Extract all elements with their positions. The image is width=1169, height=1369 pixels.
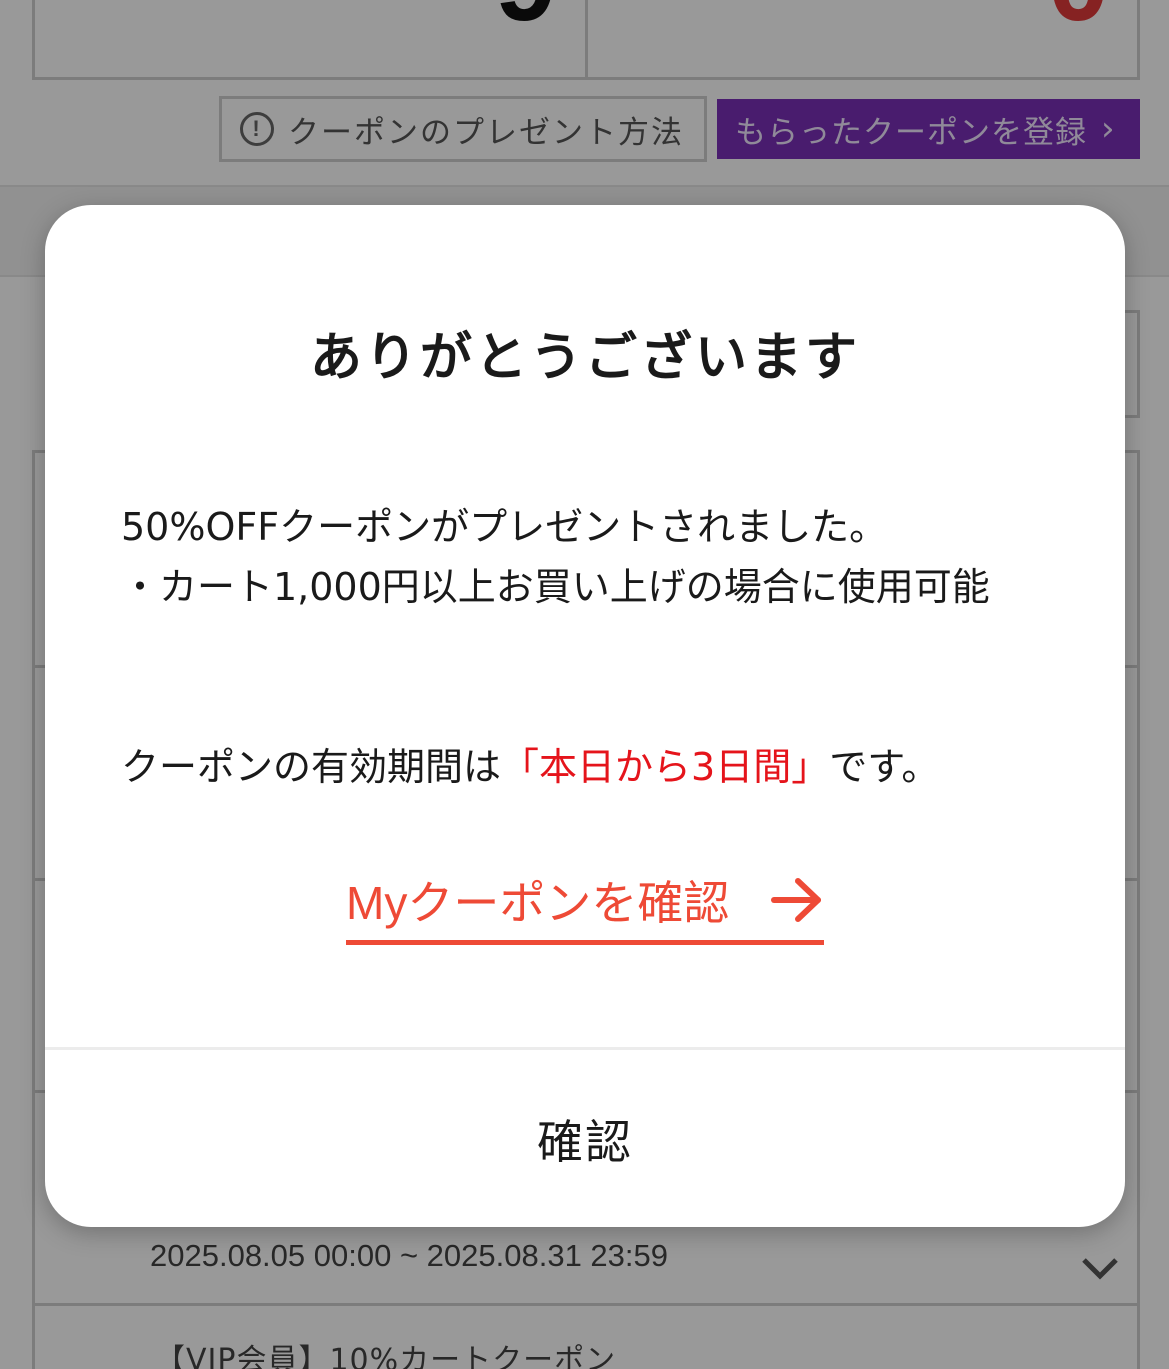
validity-suffix: です。: [829, 745, 940, 789]
arrow-right-icon: [771, 877, 821, 922]
dialog-validity: クーポンの有効期間は「本日から3日間」です。: [121, 737, 1061, 797]
dialog-title: ありがとうございます: [309, 328, 860, 388]
confirm-button[interactable]: 確認: [45, 1050, 1125, 1227]
validity-prefix: クーポンの有効期間は: [121, 745, 502, 789]
my-coupon-link[interactable]: Myクーポンを確認: [346, 865, 824, 945]
thanks-dialog: ありがとうございます 50%OFFクーポンがプレゼントされました。 ・カート1,…: [45, 205, 1125, 1227]
my-coupon-link-label: Myクーポンを確認: [346, 876, 730, 929]
dialog-message-line2: ・カート1,000円以上お買い上げの場合に使用可能: [121, 565, 990, 609]
validity-highlight: 「本日から3日間」: [501, 745, 830, 789]
dialog-message-line1: 50%OFFクーポンがプレゼントされました。: [121, 505, 888, 549]
